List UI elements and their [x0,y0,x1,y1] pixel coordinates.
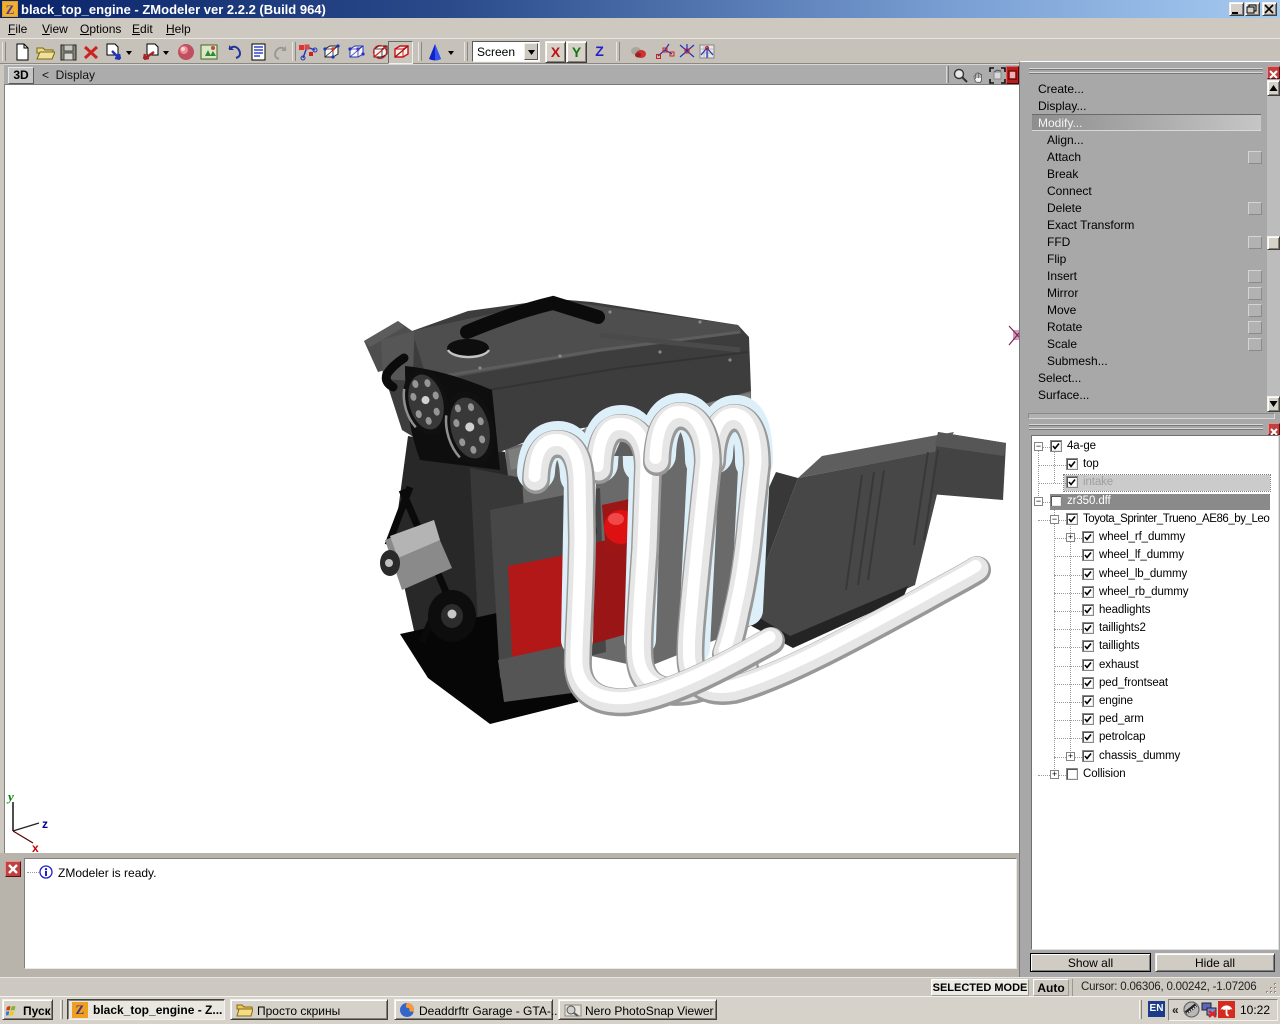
svg-text:Z: Z [6,2,15,17]
svg-text:x: x [32,841,39,853]
svg-text:y: y [6,789,14,804]
svg-text:z: z [42,817,48,831]
